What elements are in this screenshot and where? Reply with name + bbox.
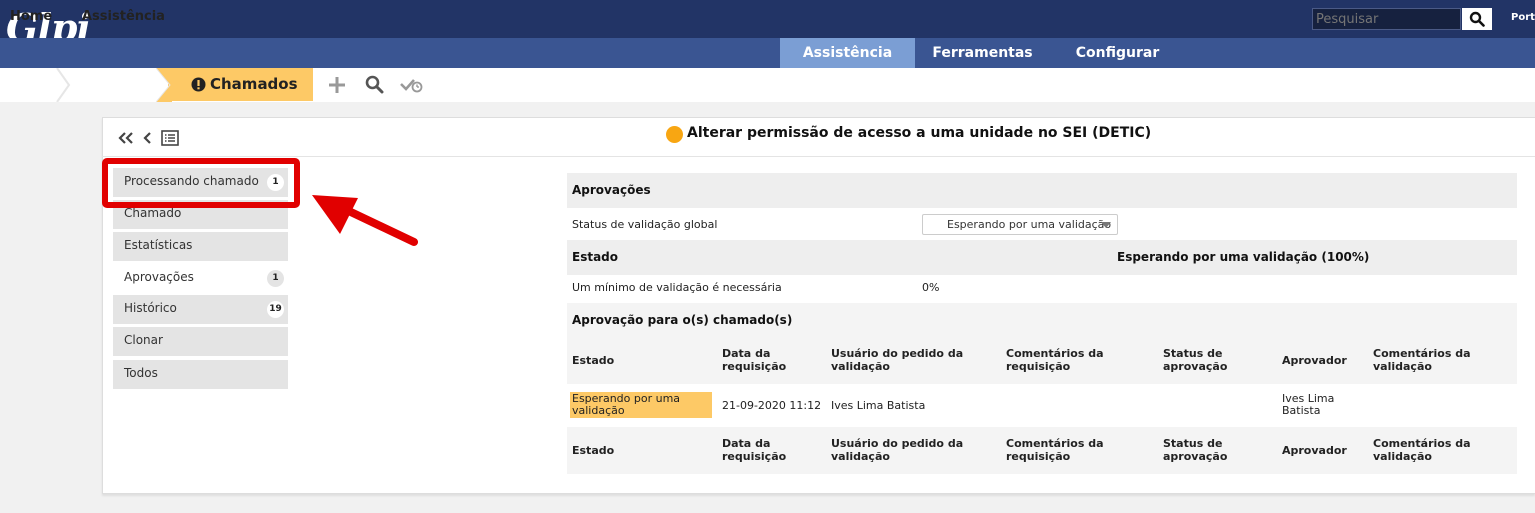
col-estado-footer: Estado	[572, 444, 615, 457]
search-tickets-icon[interactable]	[365, 75, 384, 94]
min-validation-row: Um mínimo de validação é necessária 0%	[567, 275, 1517, 303]
alert-icon	[191, 77, 206, 92]
breadcrumb-tip	[296, 68, 313, 101]
min-validation-label: Um mínimo de validação é necessária	[572, 281, 782, 294]
col-aprovador-footer: Aprovador	[1282, 444, 1347, 457]
col-comentarios-val-footer: Comentários da validação	[1373, 437, 1471, 463]
tab-count-badge: 1	[267, 270, 284, 287]
row-aprovador: Ives Lima Batista	[1282, 392, 1335, 417]
tab-label: Aprovações	[124, 270, 194, 284]
previous-item-icon[interactable]	[142, 131, 152, 145]
breadcrumb-assistencia[interactable]: Assistência	[82, 0, 165, 33]
annotation-arrow-icon	[312, 195, 418, 246]
search-icon	[1469, 11, 1485, 27]
breadcrumb-separator-icon	[56, 68, 71, 102]
breadcrumb-separator-icon	[156, 68, 172, 102]
col-usuario-footer: Usuário do pedido da validação	[831, 437, 964, 463]
tab-label: Estatísticas	[124, 238, 193, 252]
state-row: Estado Esperando por uma validação (100%…	[567, 240, 1517, 275]
ticket-title: Alterar permissão de acesso a uma unidad…	[687, 125, 1152, 141]
tab-clonar[interactable]: Clonar	[113, 327, 288, 356]
row-data: 21-09-2020 11:12	[722, 399, 822, 412]
ticket-status-icon	[666, 126, 683, 143]
tab-label: Chamado	[124, 206, 182, 220]
search-button[interactable]	[1462, 8, 1492, 30]
state-value: Esperando por uma validação (100%)	[1117, 250, 1370, 264]
row-estado-badge: Esperando por uma validação	[570, 392, 712, 418]
col-comentarios-req: Comentários da requisição	[1006, 347, 1104, 373]
tab-aprovacoes[interactable]: Aprovações 1	[113, 264, 288, 293]
col-status: Status de aprovação	[1163, 347, 1228, 373]
annotation-highlight-box	[102, 158, 300, 208]
global-status-value: Esperando por uma validação	[947, 218, 1112, 231]
tab-label: Todos	[124, 366, 158, 380]
search-input[interactable]	[1312, 8, 1461, 30]
first-item-icon[interactable]	[118, 131, 134, 145]
col-comentarios-val: Comentários da validação	[1373, 347, 1471, 373]
col-comentarios-req-footer: Comentários da requisição	[1006, 437, 1104, 463]
list-icon[interactable]	[161, 130, 179, 146]
chevron-down-icon	[1101, 222, 1111, 228]
tab-todos[interactable]: Todos	[113, 360, 288, 389]
approvals-title: Aprovações	[572, 183, 651, 197]
col-status-footer: Status de aprovação	[1163, 437, 1228, 463]
col-data-footer: Data da requisição	[722, 437, 787, 463]
row-usuario: Ives Lima Batista	[831, 399, 926, 412]
breadcrumb-chamados[interactable]: Chamados	[210, 68, 298, 101]
tab-count-badge: 19	[267, 301, 284, 318]
tab-label: Histórico	[124, 301, 177, 315]
language-link[interactable]: Port	[1511, 12, 1535, 23]
validate-check-icon[interactable]	[400, 77, 424, 93]
state-label: Estado	[572, 250, 619, 264]
ticket-approvals-title: Aprovação para o(s) chamado(s)	[572, 313, 793, 327]
top-header	[0, 0, 1535, 38]
col-data: Data da requisição	[722, 347, 787, 373]
col-estado: Estado	[572, 354, 615, 367]
add-icon[interactable]	[328, 76, 346, 94]
menu-ferramentas[interactable]: Ferramentas	[915, 38, 1050, 68]
breadcrumb-home[interactable]: Home	[10, 0, 52, 33]
tab-historico[interactable]: Histórico 19	[113, 295, 288, 324]
menu-assistencia[interactable]: Assistência	[780, 38, 915, 68]
col-usuario: Usuário do pedido da validação	[831, 347, 964, 373]
menu-configurar[interactable]: Configurar	[1050, 38, 1185, 68]
min-validation-value: 0%	[922, 281, 940, 294]
ticket-approvals-header: Aprovação para o(s) chamado(s)	[567, 303, 1517, 336]
col-aprovador: Aprovador	[1282, 354, 1347, 367]
tab-estatisticas[interactable]: Estatísticas	[113, 232, 288, 261]
approvals-header: Aprovações	[567, 173, 1517, 208]
global-status-select[interactable]: Esperando por uma validação	[922, 214, 1118, 235]
tab-label: Clonar	[124, 333, 163, 347]
main-menu-bar	[0, 38, 1535, 68]
global-status-label: Status de validação global	[572, 218, 718, 231]
